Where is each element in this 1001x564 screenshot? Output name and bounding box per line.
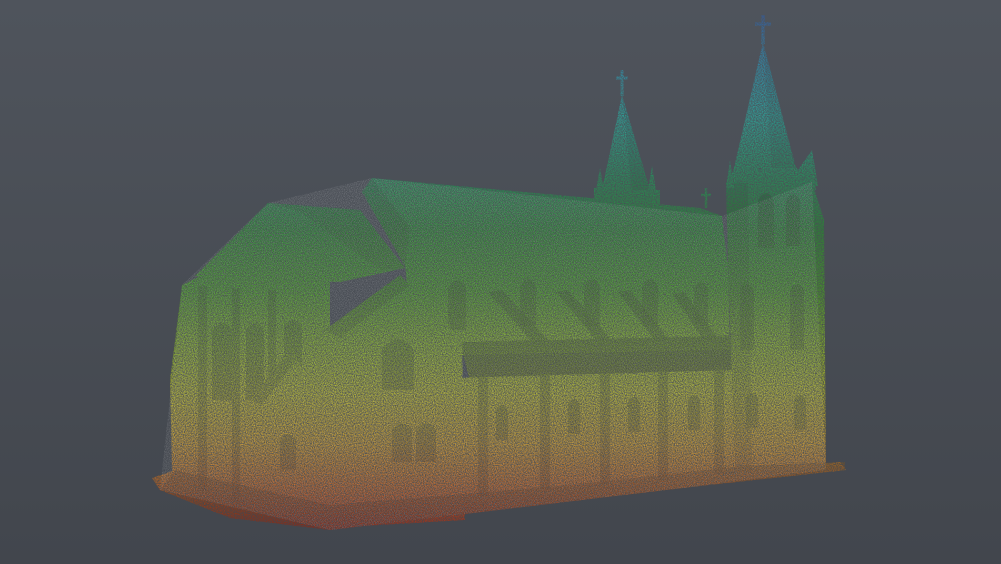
- church-point-cloud[interactable]: [0, 0, 1001, 564]
- rear-spire-cross: [616, 70, 628, 96]
- point-cloud-viewport[interactable]: [0, 0, 1001, 564]
- nave-cross: [701, 188, 711, 208]
- main-spire-cross: [755, 15, 771, 44]
- point-cloud-speckle: [160, 178, 826, 530]
